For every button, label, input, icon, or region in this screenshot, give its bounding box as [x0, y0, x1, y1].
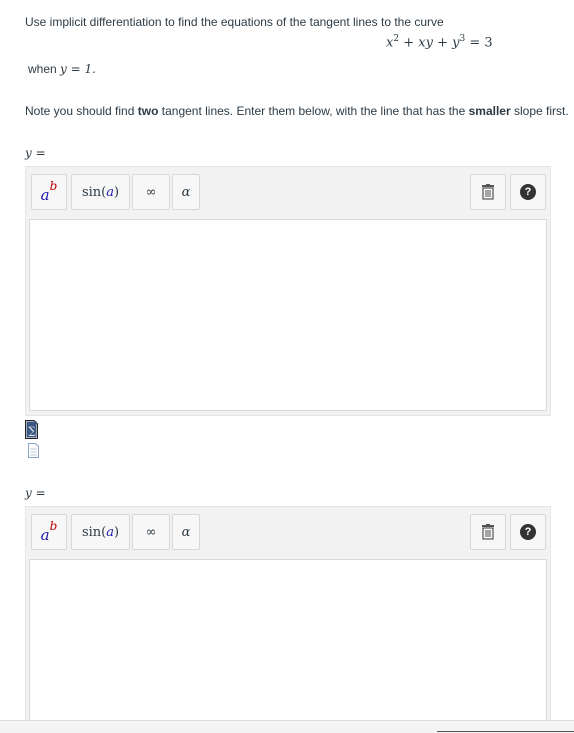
infinity-button[interactable]: ∞	[132, 514, 170, 550]
editor-toolbar: ab sin (a) ∞ α ?	[26, 507, 550, 559]
clear-button[interactable]	[470, 174, 506, 210]
greek-alpha-button[interactable]: α	[172, 514, 200, 550]
note-text-1: Note you should find	[25, 104, 138, 118]
note-text-3: slope first.	[510, 104, 569, 118]
sin-function-button[interactable]: sin (a)	[71, 514, 130, 550]
superscript-button[interactable]: ab	[31, 174, 67, 210]
when-math: y = 1.	[60, 62, 96, 76]
sin-arg: a	[106, 184, 114, 200]
superscript-exp: b	[49, 179, 58, 193]
superscript-base: a	[40, 526, 50, 544]
answer-2-editor: ab sin (a) ∞ α ?	[25, 506, 551, 728]
sin-paren-close: )	[113, 184, 120, 200]
eq-xy: xy	[418, 35, 433, 51]
note-bold-smaller: smaller	[468, 104, 511, 118]
eq-plus-2: +	[432, 35, 453, 51]
editor-toolbar: ab sin (a) ∞ α ?	[26, 167, 550, 219]
sin-label: sin	[81, 524, 102, 540]
superscript-button[interactable]: ab	[31, 514, 67, 550]
curve-equation: x2 + xy + y3 = 3	[386, 34, 493, 50]
sin-paren-close: )	[113, 524, 120, 540]
file-icon[interactable]	[28, 443, 39, 458]
help-icon: ?	[520, 184, 536, 200]
help-button[interactable]: ?	[510, 174, 546, 210]
answer-1-editor: ab sin (a) ∞ α ?	[25, 166, 551, 416]
sin-label: sin	[81, 184, 102, 200]
eq-equals: = 3	[465, 35, 493, 51]
note-bold-two: two	[137, 104, 159, 118]
instruction-note: Note you should find two tangent lines. …	[25, 104, 569, 118]
answer-1-label: y =	[25, 146, 46, 160]
answer-1-input[interactable]	[29, 219, 547, 411]
svg-text:∑: ∑	[29, 426, 37, 437]
superscript-base: a	[40, 186, 50, 204]
answer-2-input[interactable]	[29, 559, 547, 723]
clear-button[interactable]	[470, 514, 506, 550]
trash-icon	[482, 184, 494, 200]
sigma-equation-icon[interactable]: ∑	[25, 420, 38, 439]
infinity-button[interactable]: ∞	[132, 174, 170, 210]
note-text-2: tangent lines. Enter them below, with th…	[158, 104, 469, 118]
help-icon: ?	[520, 524, 536, 540]
sin-arg: a	[106, 524, 114, 540]
help-button[interactable]: ?	[510, 514, 546, 550]
trash-icon	[482, 524, 494, 540]
sin-function-button[interactable]: sin (a)	[71, 174, 130, 210]
greek-alpha-button[interactable]: α	[172, 174, 200, 210]
superscript-exp: b	[49, 519, 58, 533]
when-prefix: when	[28, 62, 61, 76]
question-intro: Use implicit differentiation to find the…	[25, 15, 444, 29]
eq-plus-1: +	[399, 35, 419, 51]
answer-2-label: y =	[25, 486, 46, 500]
condition-text: when y = 1.	[28, 62, 96, 76]
